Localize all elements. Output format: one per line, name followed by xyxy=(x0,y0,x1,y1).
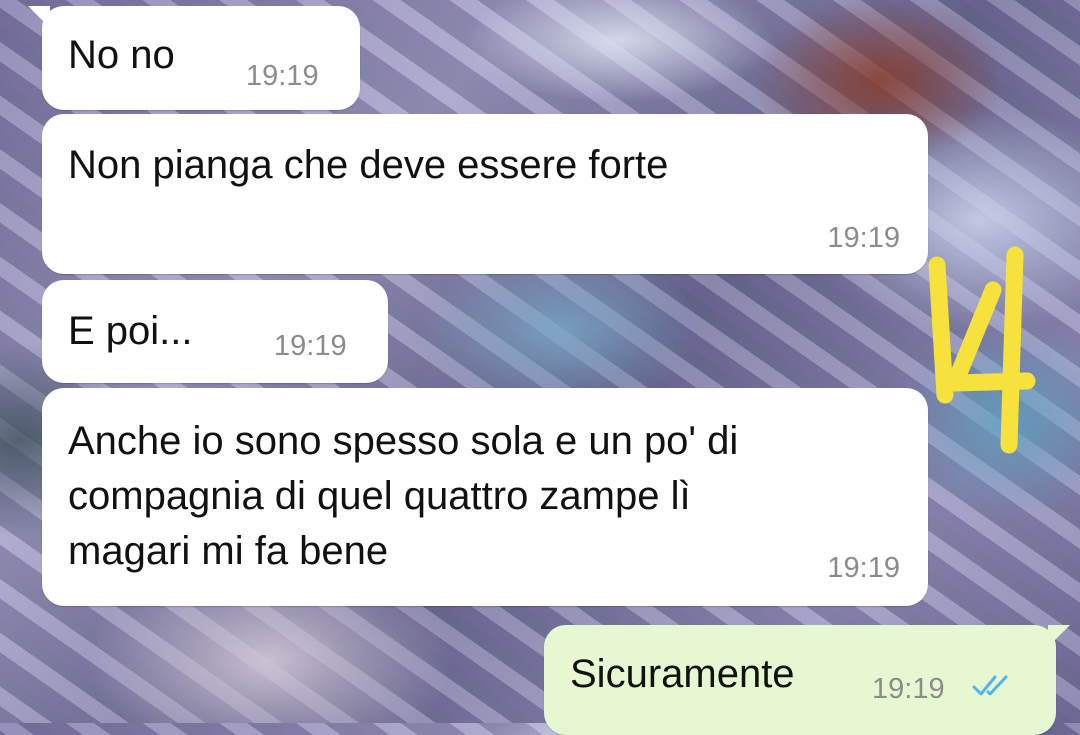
message-bubble-incoming[interactable]: No no 19:19 xyxy=(28,6,360,110)
message-bubble-incoming[interactable]: E poi... 19:19 xyxy=(42,280,388,383)
message-text: Non pianga che deve essere forte xyxy=(68,143,669,187)
message-timestamp: 19:19 xyxy=(246,60,319,92)
handwritten-number-annotation xyxy=(928,246,1036,454)
message-bubble-incoming[interactable]: Anche io sono spesso sola e un po' di co… xyxy=(42,388,928,606)
message-text-line: Anche io sono spesso sola e un po' di xyxy=(68,419,739,463)
bubble-tail xyxy=(28,6,50,28)
message-timestamp: 19:19 xyxy=(827,552,900,584)
message-timestamp: 19:19 xyxy=(274,330,347,362)
message-bubble-outgoing[interactable]: Sicuramente 19:19 xyxy=(544,625,1070,735)
message-timestamp: 19:19 xyxy=(872,673,945,705)
message-text-line: magari mi fa bene xyxy=(68,529,389,573)
message-text: Sicuramente xyxy=(570,652,795,696)
message-text: No no xyxy=(68,33,175,77)
bubble-tail xyxy=(1048,625,1070,647)
message-text: E poi... xyxy=(68,309,193,353)
double-check-icon xyxy=(972,675,1008,696)
message-text-line: compagnia di quel quattro zampe lì xyxy=(68,474,691,518)
message-bubble-incoming[interactable]: Non pianga che deve essere forte 19:19 xyxy=(42,114,928,274)
message-timestamp: 19:19 xyxy=(827,222,900,254)
